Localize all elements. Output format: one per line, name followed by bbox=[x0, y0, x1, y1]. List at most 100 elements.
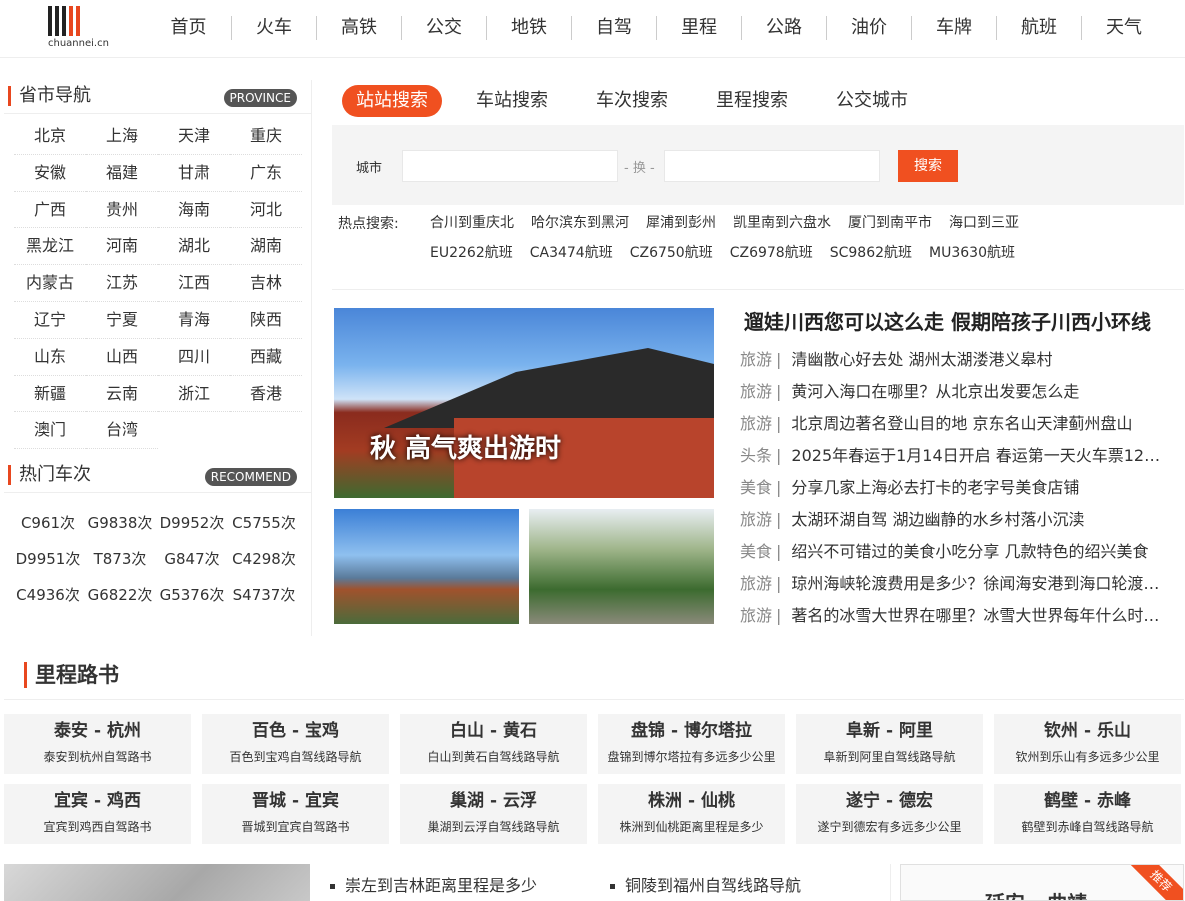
nav-item[interactable]: 车牌 bbox=[911, 16, 996, 40]
province-link[interactable]: 陕西 bbox=[230, 302, 302, 339]
route-desc[interactable]: 钦州到乐山有多远多少公里 bbox=[994, 742, 1181, 765]
train-link[interactable]: D9951次 bbox=[12, 541, 84, 577]
hot-search-link[interactable]: 合川到重庆北 bbox=[430, 213, 514, 243]
province-link[interactable]: 云南 bbox=[86, 376, 158, 413]
route-name[interactable]: 宜宾 - 鸡西 bbox=[4, 784, 191, 812]
province-link[interactable]: 辽宁 bbox=[14, 302, 86, 339]
search-tab[interactable]: 里程搜索 bbox=[702, 85, 802, 117]
hot-search-link[interactable]: 凯里南到六盘水 bbox=[733, 213, 831, 243]
from-city-input[interactable] bbox=[402, 150, 618, 182]
train-link[interactable]: C5755次 bbox=[228, 505, 300, 541]
route-card[interactable]: 巢湖 - 云浮 巢湖到云浮自驾线路导航 bbox=[400, 784, 587, 844]
route-desc[interactable]: 白山到黄石自驾线路导航 bbox=[400, 742, 587, 765]
train-link[interactable]: G5376次 bbox=[156, 577, 228, 613]
hot-search-link[interactable]: SC9862航班 bbox=[830, 243, 912, 273]
news-item[interactable]: 美食 | 分享几家上海必去打卡的老字号美食店铺 bbox=[740, 474, 1170, 506]
recommend-map-card[interactable]: 延安 - 曲靖 推荐 bbox=[900, 864, 1184, 901]
bottom-image[interactable] bbox=[4, 864, 310, 901]
thumbnail-image-2[interactable] bbox=[529, 509, 714, 624]
route-name[interactable]: 鹤壁 - 赤峰 bbox=[994, 784, 1181, 812]
route-card[interactable]: 盘锦 - 博尔塔拉 盘锦到博尔塔拉有多远多少公里 bbox=[598, 714, 785, 774]
news-item[interactable]: 美食 | 绍兴不可错过的美食小吃分享 几款特色的绍兴美食 bbox=[740, 538, 1170, 570]
nav-item[interactable]: 自驾 bbox=[571, 16, 656, 40]
hot-search-link[interactable]: MU3630航班 bbox=[929, 243, 1015, 273]
province-link[interactable]: 吉林 bbox=[230, 265, 302, 302]
route-card[interactable]: 阜新 - 阿里 阜新到阿里自驾线路导航 bbox=[796, 714, 983, 774]
featured-image[interactable]: 秋 高气爽出游时 bbox=[334, 308, 714, 498]
province-link[interactable]: 贵州 bbox=[86, 192, 158, 229]
route-name[interactable]: 盘锦 - 博尔塔拉 bbox=[598, 714, 785, 742]
nav-item[interactable]: 公交 bbox=[401, 16, 486, 40]
province-link[interactable]: 黑龙江 bbox=[14, 228, 86, 266]
province-link[interactable]: 河南 bbox=[86, 228, 158, 266]
route-card[interactable]: 鹤壁 - 赤峰 鹤壁到赤峰自驾线路导航 bbox=[994, 784, 1181, 844]
news-title[interactable]: 分享几家上海必去打卡的老字号美食店铺 bbox=[791, 478, 1079, 497]
route-name[interactable]: 遂宁 - 德宏 bbox=[796, 784, 983, 812]
news-category[interactable]: 旅游 bbox=[740, 574, 772, 593]
search-tab[interactable]: 站站搜索 bbox=[342, 85, 442, 117]
route-card[interactable]: 泰安 - 杭州 泰安到杭州自驾路书 bbox=[4, 714, 191, 774]
route-card[interactable]: 白山 - 黄石 白山到黄石自驾线路导航 bbox=[400, 714, 587, 774]
province-link[interactable]: 广东 bbox=[230, 155, 302, 192]
route-card[interactable]: 遂宁 - 德宏 遂宁到德宏有多远多少公里 bbox=[796, 784, 983, 844]
province-link[interactable]: 甘肃 bbox=[158, 155, 230, 192]
route-desc[interactable]: 阜新到阿里自驾线路导航 bbox=[796, 742, 983, 765]
to-city-input[interactable] bbox=[664, 150, 880, 182]
search-tab[interactable]: 车次搜索 bbox=[582, 85, 682, 117]
route-card[interactable]: 宜宾 - 鸡西 宜宾到鸡西自驾路书 bbox=[4, 784, 191, 844]
news-title[interactable]: 著名的冰雪大世界在哪里？冰雪大世界每年什么时候... bbox=[791, 606, 1170, 625]
nav-item[interactable]: 高铁 bbox=[316, 16, 401, 40]
province-link[interactable]: 湖南 bbox=[230, 228, 302, 266]
province-link[interactable]: 山东 bbox=[14, 339, 86, 376]
route-name[interactable]: 巢湖 - 云浮 bbox=[400, 784, 587, 812]
news-item[interactable]: 旅游 | 著名的冰雪大世界在哪里？冰雪大世界每年什么时候... bbox=[740, 602, 1170, 634]
province-link[interactable]: 海南 bbox=[158, 192, 230, 229]
province-link[interactable]: 浙江 bbox=[158, 376, 230, 413]
bottom-link-2[interactable]: 铜陵到福州自驾线路导航 bbox=[610, 872, 801, 896]
news-category[interactable]: 旅游 bbox=[740, 382, 772, 401]
train-link[interactable]: T873次 bbox=[84, 541, 156, 577]
route-name[interactable]: 泰安 - 杭州 bbox=[4, 714, 191, 742]
hot-search-link[interactable]: 哈尔滨东到黑河 bbox=[531, 213, 629, 243]
route-desc[interactable]: 巢湖到云浮自驾线路导航 bbox=[400, 812, 587, 835]
route-name[interactable]: 钦州 - 乐山 bbox=[994, 714, 1181, 742]
route-card[interactable]: 晋城 - 宜宾 晋城到宜宾自驾路书 bbox=[202, 784, 389, 844]
province-link[interactable]: 重庆 bbox=[230, 118, 302, 155]
route-desc[interactable]: 盘锦到博尔塔拉有多远多少公里 bbox=[598, 742, 785, 765]
route-desc[interactable]: 株洲到仙桃距离里程是多少 bbox=[598, 812, 785, 835]
province-link[interactable]: 香港 bbox=[230, 376, 302, 413]
route-desc[interactable]: 泰安到杭州自驾路书 bbox=[4, 742, 191, 765]
province-link[interactable]: 湖北 bbox=[158, 228, 230, 266]
news-item[interactable]: 头条 | 2025年春运于1月14日开启 春运第一天火车票12月... bbox=[740, 442, 1170, 474]
hot-search-link[interactable]: 犀浦到彭州 bbox=[646, 213, 716, 243]
news-title[interactable]: 清幽散心好去处 湖州太湖溇港义皋村 bbox=[791, 350, 1052, 369]
province-link[interactable]: 江西 bbox=[158, 265, 230, 302]
feature-headline[interactable]: 遛娃川西您可以这么走 假期陪孩子川西小环线 bbox=[744, 306, 1151, 335]
nav-item[interactable]: 航班 bbox=[996, 16, 1081, 40]
province-link[interactable]: 北京 bbox=[14, 118, 86, 155]
news-category[interactable]: 头条 bbox=[740, 446, 772, 465]
news-title[interactable]: 绍兴不可错过的美食小吃分享 几款特色的绍兴美食 bbox=[791, 542, 1148, 561]
news-item[interactable]: 旅游 | 黄河入海口在哪里？从北京出发要怎么走 bbox=[740, 378, 1170, 410]
news-title[interactable]: 琼州海峡轮渡费用是多少？徐闻海安港到海口轮渡要... bbox=[791, 574, 1170, 593]
thumbnail-image-1[interactable] bbox=[334, 509, 519, 624]
train-link[interactable]: C961次 bbox=[12, 505, 84, 541]
train-link[interactable]: S4737次 bbox=[228, 577, 300, 613]
route-card[interactable]: 百色 - 宝鸡 百色到宝鸡自驾线路导航 bbox=[202, 714, 389, 774]
train-link[interactable]: D9952次 bbox=[156, 505, 228, 541]
province-link[interactable]: 江苏 bbox=[86, 265, 158, 302]
province-link[interactable]: 广西 bbox=[14, 192, 86, 229]
news-title[interactable]: 黄河入海口在哪里？从北京出发要怎么走 bbox=[791, 382, 1079, 401]
nav-item[interactable]: 地铁 bbox=[486, 16, 571, 40]
search-tab[interactable]: 公交城市 bbox=[822, 85, 922, 117]
news-category[interactable]: 旅游 bbox=[740, 350, 772, 369]
province-link[interactable]: 内蒙古 bbox=[14, 265, 86, 302]
province-link[interactable]: 河北 bbox=[230, 192, 302, 229]
nav-item[interactable]: 油价 bbox=[826, 16, 911, 40]
news-category[interactable]: 美食 bbox=[740, 542, 772, 561]
route-card[interactable]: 钦州 - 乐山 钦州到乐山有多远多少公里 bbox=[994, 714, 1181, 774]
hot-search-link[interactable]: 海口到三亚 bbox=[949, 213, 1019, 243]
province-link[interactable]: 上海 bbox=[86, 118, 158, 155]
route-name[interactable]: 阜新 - 阿里 bbox=[796, 714, 983, 742]
hot-search-link[interactable]: CA3474航班 bbox=[530, 243, 613, 273]
